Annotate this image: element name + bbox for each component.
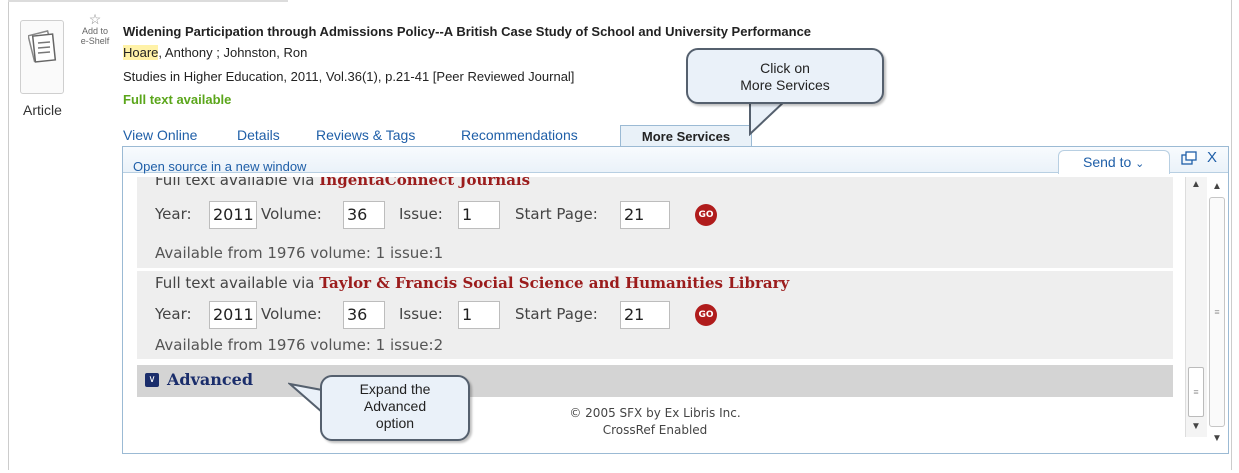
double-chevron-down-icon[interactable]: ∨ [145, 373, 159, 387]
eshelf-label: Add to e-Shelf [80, 26, 110, 46]
year-input[interactable]: 2011 [209, 201, 257, 229]
more-services-callout: Click on More Services [686, 48, 884, 104]
close-icon[interactable]: X [1207, 149, 1217, 166]
send-to-label: Send to [1083, 154, 1132, 170]
callout-line: Click on [760, 60, 810, 76]
top-divider [8, 0, 288, 2]
availability-text: Available from 1976 volume: 1 issue:2 [155, 336, 444, 354]
service-row: Full text available via IngentaConnect J… [137, 177, 1173, 268]
availability-text: Available from 1976 volume: 1 issue:1 [155, 244, 444, 262]
start-page-label: Start Page: [515, 205, 598, 223]
record-authors: Hoare, Anthony ; Johnston, Ron [123, 45, 307, 60]
volume-input[interactable]: 36 [343, 201, 385, 229]
send-to-button[interactable]: Send to ⌄ [1058, 150, 1170, 174]
provider-link[interactable]: IngentaConnect Journals [319, 177, 530, 189]
callout-line: Expand the [359, 381, 431, 397]
star-icon: ☆ [88, 11, 102, 27]
via-prefix: Full text available via [155, 177, 315, 189]
volume-label: Volume: [261, 305, 322, 323]
outer-scroll-up-icon[interactable]: ▲ [1212, 181, 1222, 192]
scroll-thumb[interactable]: ≡ [1188, 367, 1204, 417]
start-page-input[interactable]: 21 [620, 301, 670, 329]
issue-input[interactable]: 1 [458, 201, 500, 229]
new-window-icon[interactable] [1181, 151, 1197, 165]
tab-details[interactable]: Details [237, 127, 280, 143]
open-source-link[interactable]: Open source in a new window [133, 159, 306, 174]
volume-input[interactable]: 36 [343, 301, 385, 329]
outer-scrollbar[interactable]: ▲ ≡ ▼ [1207, 177, 1227, 447]
via-prefix: Full text available via [155, 274, 315, 292]
author-rest: , Anthony ; Johnston, Ron [158, 45, 308, 60]
scroll-up-icon[interactable]: ▲ [1191, 179, 1201, 190]
crossref-text: CrossRef Enabled [602, 423, 708, 435]
author-highlight[interactable]: Hoare [123, 45, 159, 60]
issue-label: Issue: [399, 305, 443, 323]
record-type-label: Article [23, 102, 62, 118]
issue-label: Issue: [399, 205, 443, 223]
add-to-eshelf-button[interactable]: ☆ Add to e-Shelf [77, 12, 113, 46]
go-button[interactable]: GO [695, 204, 717, 226]
advanced-label[interactable]: Advanced [167, 370, 253, 389]
service-provider-line: Full text available via IngentaConnect J… [155, 177, 530, 189]
tab-view-online[interactable]: View Online [123, 127, 197, 143]
volume-label: Volume: [261, 205, 322, 223]
chevron-down-icon: ⌄ [1135, 158, 1145, 170]
tab-reviews-tags[interactable]: Reviews & Tags [316, 127, 415, 143]
inner-scrollbar[interactable]: ▲ ≡ ▼ [1185, 177, 1207, 437]
service-row: Full text available via Taylor & Francis… [137, 271, 1173, 359]
outer-scroll-down-icon[interactable]: ▼ [1212, 433, 1222, 444]
callout-line: More Services [740, 77, 830, 93]
record-type-icon [20, 20, 64, 94]
callout-line: option [375, 415, 415, 431]
issue-input[interactable]: 1 [458, 301, 500, 329]
scroll-down-icon[interactable]: ▼ [1191, 421, 1201, 432]
year-label: Year: [155, 205, 192, 223]
panel-toolbar: Open source in a new window Send to ⌄ X [123, 147, 1228, 174]
year-label: Year: [155, 305, 192, 323]
provider-link[interactable]: Taylor & Francis Social Science and Huma… [319, 274, 789, 292]
go-button[interactable]: GO [695, 304, 717, 326]
service-provider-line: Full text available via Taylor & Francis… [155, 274, 789, 292]
fulltext-status[interactable]: Full text available [123, 92, 231, 107]
start-page-label: Start Page: [515, 305, 598, 323]
advanced-callout: Expand the Advanced option [320, 375, 470, 441]
year-input[interactable]: 2011 [209, 301, 257, 329]
start-page-input[interactable]: 21 [620, 201, 670, 229]
record-title[interactable]: Widening Participation through Admission… [123, 24, 811, 39]
tab-recommendations[interactable]: Recommendations [461, 127, 578, 143]
outer-scroll-thumb[interactable]: ≡ [1209, 197, 1225, 427]
callout-line: Advanced [363, 398, 427, 414]
record-source: Studies in Higher Education, 2011, Vol.3… [123, 69, 575, 84]
